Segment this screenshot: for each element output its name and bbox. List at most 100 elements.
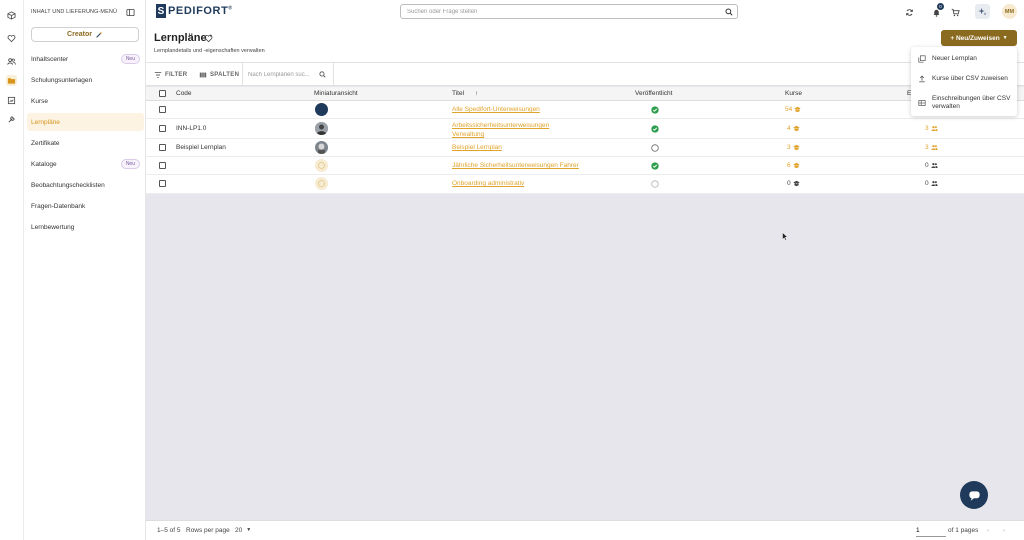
row-title-link[interactable]: Arbeitssicherheitsunterweisungen Verwalt…	[452, 121, 567, 139]
new-badge: Neu	[120, 54, 140, 64]
next-page-icon[interactable]: ›	[1003, 527, 1005, 534]
row-title-link[interactable]: Alle Spedifort-Unterweisungen	[452, 106, 540, 113]
menu-item-new-learning-plan[interactable]: Neuer Lernplan	[911, 54, 1017, 64]
row-enrollments: 3	[925, 125, 938, 132]
caret-down-icon: ▼	[1002, 35, 1008, 41]
global-search-input[interactable]	[407, 5, 707, 18]
tools-icon[interactable]	[6, 114, 17, 125]
total-pages: of 1 pages	[948, 527, 979, 534]
courses-icon	[794, 106, 801, 113]
icon-rail	[0, 0, 24, 540]
logo-text: PEDIFORT®	[168, 5, 233, 17]
filter-label: FILTER	[165, 72, 188, 78]
sidebar-item-fragen-datenbank[interactable]: Fragen-Datenbank	[27, 197, 144, 215]
sidebar-item-label: Inhaltscenter	[31, 55, 69, 63]
column-header-published[interactable]: Veröffentlicht	[635, 90, 672, 97]
row-checkbox[interactable]	[159, 180, 166, 187]
courses-icon	[792, 144, 800, 151]
table-import-icon	[918, 100, 926, 106]
rows-per-page-label: Rows per page	[186, 527, 230, 534]
chat-support-button[interactable]	[960, 481, 988, 509]
people-icon	[930, 180, 938, 186]
ai-assistant-button[interactable]	[975, 4, 990, 19]
row-enrollments: 0	[925, 180, 938, 187]
pagination-footer: 1–5 of 5 Rows per page 20▼ of 1 pages ‹ …	[146, 520, 1024, 540]
table-row[interactable]: INN-LP1.0 Arbeitssicherheitsunterweisung…	[146, 119, 1024, 139]
search-icon[interactable]	[319, 71, 326, 78]
row-courses: 6	[787, 162, 800, 169]
cart-icon[interactable]	[950, 7, 960, 17]
sidebar-item-label: Kataloge	[31, 160, 57, 168]
select-all-checkbox[interactable]	[159, 90, 166, 97]
mouse-cursor-icon	[782, 232, 788, 241]
column-header-thumbnail[interactable]: Miniaturansicht	[314, 90, 358, 97]
column-header-title[interactable]: Titel	[452, 90, 464, 97]
sync-icon[interactable]	[904, 7, 914, 17]
sidebar-item-beobachtungschecklisten[interactable]: Beobachtungschecklisten	[27, 176, 144, 194]
placeholder-image-icon	[318, 180, 325, 187]
table-search-input[interactable]	[248, 69, 318, 80]
report-icon[interactable]	[6, 95, 17, 106]
unpublished-circle-icon	[651, 144, 659, 152]
rows-per-page-select[interactable]: 20 ▼	[235, 527, 251, 534]
menu-item-assign-courses-csv[interactable]: Kurse über CSV zuweisen	[911, 74, 1017, 84]
row-title-link[interactable]: Beispiel Lernplan	[452, 144, 502, 151]
new-badge: Neu	[120, 159, 140, 169]
page-number-input[interactable]	[916, 524, 946, 537]
heart-icon[interactable]	[6, 33, 17, 44]
filter-button[interactable]: FILTER	[154, 69, 187, 81]
sidebar-item-kurse[interactable]: Kurse	[27, 92, 144, 110]
row-thumbnail	[315, 141, 328, 154]
row-code: Beispiel Lernplan	[176, 144, 226, 151]
content-area: FILTER SPALTEN Code Miniaturansicht Tite…	[146, 62, 1024, 540]
row-title-link[interactable]: Jährliche Sicherheitsunterweisungen Fahr…	[452, 162, 579, 169]
sidebar-item-lernbewertung[interactable]: Lernbewertung	[27, 218, 144, 236]
new-assign-menu: Neuer Lernplan Kurse über CSV zuweisen E…	[911, 47, 1017, 116]
favorite-add-icon[interactable]	[204, 34, 213, 43]
sidebar-item-label: Kurse	[31, 97, 48, 105]
prev-page-icon[interactable]: ‹	[987, 527, 989, 534]
sidebar-item-schulungsunterlagen[interactable]: Schulungsunterlagen	[27, 71, 144, 89]
sidebar-header: INHALT UND LIEFERUNG-MENÜ	[31, 9, 118, 15]
row-checkbox[interactable]	[159, 162, 166, 169]
menu-item-manage-enrollments-csv[interactable]: Einschreibungen über CSV verwalten	[911, 94, 1017, 112]
table-row[interactable]: Alle Spedifort-Unterweisungen 54	[146, 101, 1024, 119]
sidebar-item-lernplaene[interactable]: Lernpläne	[27, 113, 144, 131]
sidebar-item-zertifikate[interactable]: Zertifikate	[27, 134, 144, 152]
global-search	[400, 4, 738, 19]
row-courses: 4	[787, 125, 800, 132]
row-range: 1–5 of 5	[157, 527, 181, 534]
page-title: Lernpläne	[154, 32, 207, 44]
row-checkbox[interactable]	[159, 144, 166, 151]
courses-icon	[792, 180, 800, 187]
search-icon[interactable]	[725, 8, 733, 16]
table-row[interactable]: Beispiel Lernplan Beispiel Lernplan 3 3	[146, 139, 1024, 157]
table-row[interactable]: Jährliche Sicherheitsunterweisungen Fahr…	[146, 157, 1024, 175]
column-header-code[interactable]: Code	[176, 90, 192, 97]
upload-icon	[919, 75, 925, 83]
table-row[interactable]: Onboarding administrativ 0 0	[146, 175, 1024, 194]
folder-icon[interactable]	[6, 75, 17, 86]
filter-icon	[154, 72, 162, 78]
table-search	[242, 63, 334, 86]
sidebar-collapse-icon[interactable]	[126, 8, 135, 17]
sidebar-item-inhaltscenter[interactable]: Inhaltscenter Neu	[27, 50, 144, 68]
creator-button[interactable]: Creator	[31, 27, 139, 42]
row-title-link[interactable]: Onboarding administrativ	[452, 180, 524, 187]
courses-icon	[792, 125, 800, 132]
columns-button[interactable]: SPALTEN	[199, 69, 239, 81]
row-checkbox[interactable]	[159, 125, 166, 132]
row-enrollments: 3	[925, 144, 938, 151]
cube-icon[interactable]	[6, 10, 17, 21]
sidebar-item-kataloge[interactable]: Kataloge Neu	[27, 155, 144, 173]
user-avatar[interactable]: MM	[1002, 4, 1017, 19]
row-thumbnail	[315, 103, 328, 116]
row-checkbox[interactable]	[159, 106, 166, 113]
column-header-courses[interactable]: Kurse	[785, 90, 802, 97]
new-assign-button[interactable]: + Neu/Zuweisen ▼	[941, 30, 1017, 46]
sidebar: INHALT UND LIEFERUNG-MENÜ Creator Inhalt…	[24, 0, 146, 540]
bell-icon[interactable]: 0	[931, 3, 944, 17]
sort-ascending-icon[interactable]: ↑	[475, 90, 478, 97]
spedifort-logo[interactable]: S PEDIFORT®	[156, 4, 233, 18]
users-icon[interactable]	[6, 56, 17, 67]
